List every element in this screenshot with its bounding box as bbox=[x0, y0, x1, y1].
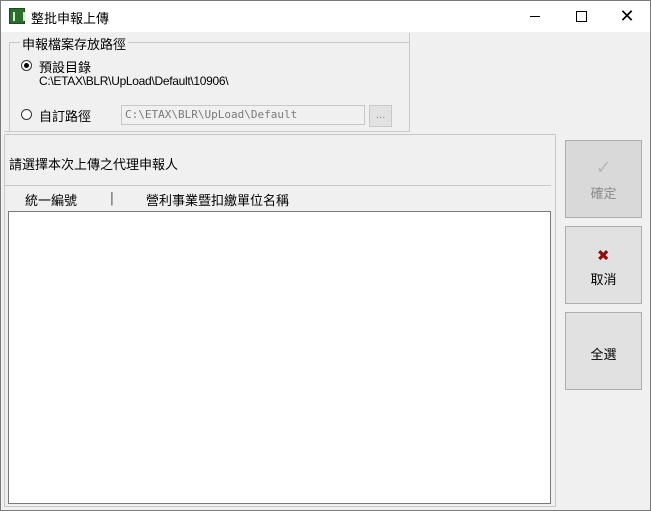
close-icon: ✕ bbox=[619, 5, 635, 27]
maximize-button[interactable] bbox=[558, 1, 604, 32]
cancel-button[interactable]: ✖ 取消 bbox=[565, 226, 642, 304]
browse-button[interactable]: ... bbox=[369, 105, 392, 127]
column-divider[interactable]: | bbox=[108, 191, 116, 206]
agent-list-caption: 請選擇本次上傳之代理申報人 bbox=[9, 158, 179, 173]
column-header-company-name[interactable]: 營利事業暨扣繳單位名稱 bbox=[146, 190, 289, 209]
check-icon: ✓ bbox=[596, 155, 611, 180]
default-dir-radio[interactable] bbox=[21, 60, 32, 71]
custom-path-input[interactable]: C:\ETAX\BLR\UpLoad\Default bbox=[121, 105, 365, 125]
select-all-label: 全選 bbox=[590, 348, 617, 363]
minimize-icon bbox=[530, 16, 540, 17]
column-header-tax-id[interactable]: 統一編號 bbox=[25, 190, 77, 209]
agent-list-body[interactable] bbox=[8, 211, 551, 504]
select-all-button[interactable]: 全選 bbox=[565, 312, 642, 390]
custom-path-label[interactable]: 自訂路徑 bbox=[39, 106, 91, 125]
window-title: 整批申報上傳 bbox=[31, 12, 110, 27]
confirm-button[interactable]: ✓ 確定 bbox=[565, 140, 642, 218]
x-icon: ✖ bbox=[597, 243, 610, 267]
path-group-legend: 申報檔案存放路徑 bbox=[20, 34, 129, 53]
custom-path-radio[interactable] bbox=[21, 109, 32, 120]
cancel-label: 取消 bbox=[590, 273, 617, 288]
app-icon bbox=[9, 8, 25, 24]
default-dir-path: C:\ETAX\BLR\UpLoad\Default\10906\ bbox=[39, 74, 229, 88]
title-bar[interactable]: 整批申報上傳 ✕ bbox=[1, 1, 650, 32]
maximize-icon bbox=[575, 11, 587, 22]
minimize-button[interactable] bbox=[512, 1, 558, 32]
close-button[interactable]: ✕ bbox=[604, 1, 650, 32]
confirm-label: 確定 bbox=[590, 187, 617, 202]
header-separator bbox=[5, 185, 551, 186]
app-window: 整批申報上傳 ✕ 申報檔案存放路徑 預設目錄 C:\ETAX\BLR\UpLoa… bbox=[0, 0, 651, 511]
